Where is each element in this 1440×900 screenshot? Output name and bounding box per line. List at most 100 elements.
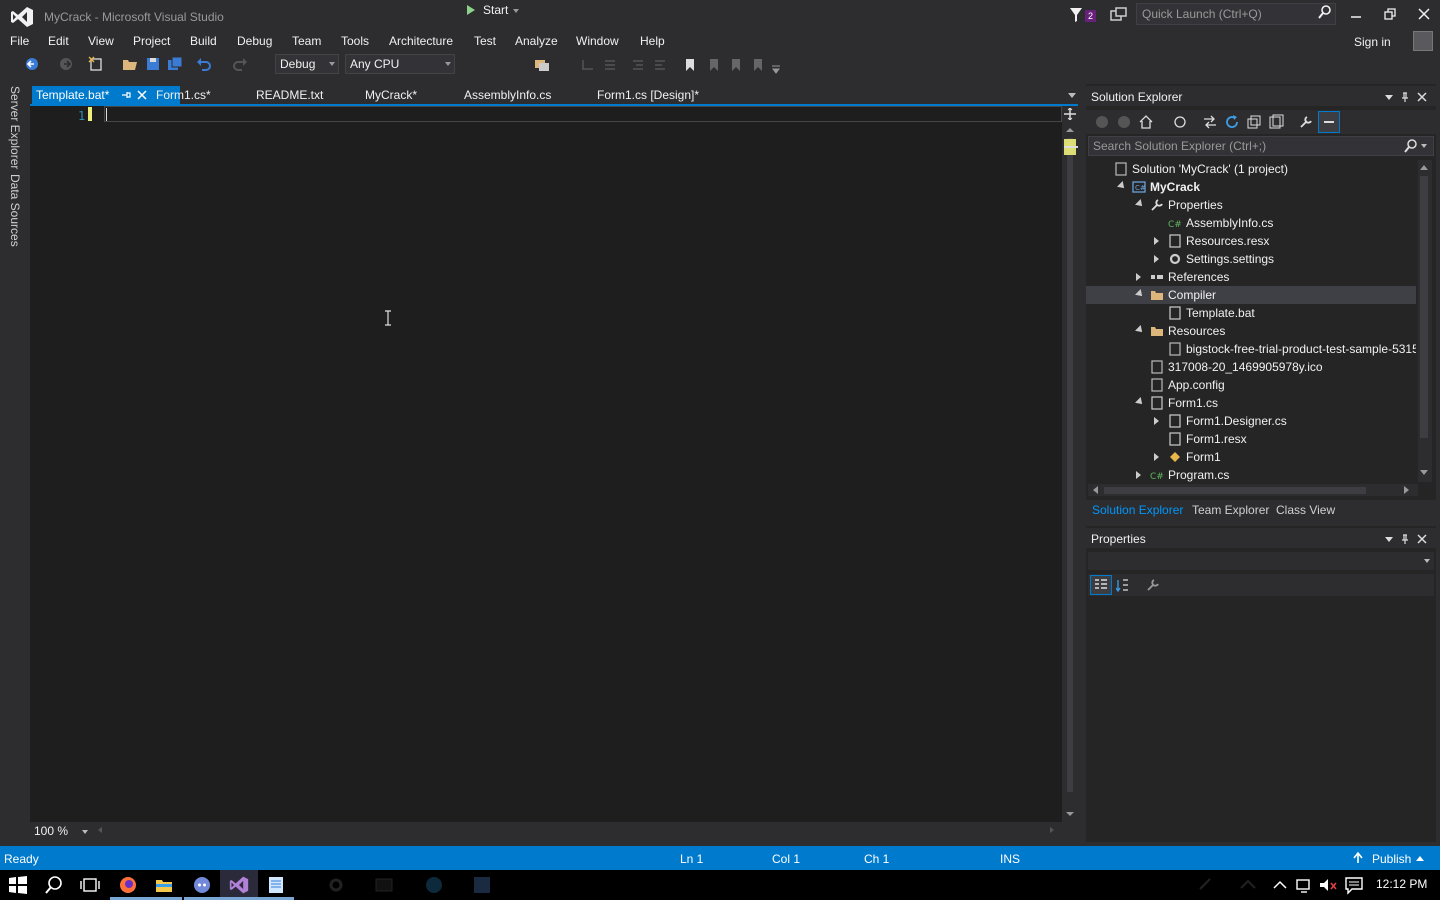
expanded-arrow-icon[interactable]	[1135, 289, 1145, 299]
browser-link-icon[interactable]	[534, 57, 550, 73]
home-icon[interactable]	[1138, 114, 1154, 130]
scroll-left-icon[interactable]	[1092, 486, 1098, 494]
window-position-icon[interactable]	[1384, 92, 1394, 102]
open-file-icon[interactable]	[122, 56, 138, 72]
previous-bookmark-icon[interactable]	[706, 57, 722, 73]
preview-selected-items-button[interactable]	[1318, 111, 1340, 133]
collapsed-arrow-icon[interactable]	[1154, 237, 1159, 245]
tree-item[interactable]: Resources.resx	[1086, 232, 1416, 250]
tree-item[interactable]: C# MyCrack	[1086, 178, 1416, 196]
chevron-down-icon[interactable]	[82, 830, 88, 834]
menu-edit[interactable]: Edit	[48, 34, 69, 48]
server-explorer-tab[interactable]: Server Explorer	[8, 86, 22, 169]
close-icon[interactable]	[1417, 534, 1427, 544]
menu-project[interactable]: Project	[133, 34, 170, 48]
task-view-icon[interactable]	[80, 875, 100, 895]
tree-item[interactable]: bigstock-free-trial-product-test-sample-…	[1086, 340, 1416, 358]
close-icon[interactable]	[136, 89, 148, 101]
tree-item[interactable]: Solution 'MyCrack' (1 project)	[1086, 160, 1416, 178]
collapsed-arrow-icon[interactable]	[1154, 417, 1159, 425]
show-hidden-icons-icon[interactable]	[1270, 875, 1290, 895]
solution-configuration-dropdown[interactable]: Debug	[275, 54, 339, 74]
forward-icon[interactable]	[1116, 114, 1132, 130]
volume-muted-icon[interactable]	[1318, 875, 1338, 895]
discord-icon[interactable]	[192, 875, 212, 895]
code-editor[interactable]: 1	[30, 106, 1062, 822]
close-icon[interactable]	[1417, 92, 1427, 102]
search-icon[interactable]	[1404, 139, 1418, 153]
close-icon[interactable]	[1416, 6, 1432, 22]
categorized-button[interactable]	[1090, 575, 1112, 595]
publish-arrow-icon[interactable]	[1352, 852, 1364, 864]
tree-item[interactable]: C# Program.cs	[1086, 466, 1416, 482]
menu-team[interactable]: Team	[292, 34, 321, 48]
scroll-up-icon[interactable]	[1420, 164, 1428, 170]
tab-solution-explorer[interactable]: Solution Explorer	[1092, 503, 1183, 517]
tab-class-view[interactable]: Class View	[1276, 503, 1335, 517]
restore-icon[interactable]	[1382, 6, 1398, 22]
redo-icon[interactable]	[232, 56, 248, 72]
action-center-icon[interactable]	[1344, 875, 1364, 895]
pending-changes-filter-icon[interactable]	[1172, 114, 1188, 130]
refresh-icon[interactable]	[1224, 114, 1240, 130]
step-into-icon[interactable]	[580, 57, 596, 73]
scrollbar-thumb[interactable]	[1420, 176, 1428, 438]
collapse-all-icon[interactable]	[1246, 114, 1262, 130]
tab-form1-cs[interactable]: Form1.cs*	[156, 88, 211, 102]
properties-wrench-icon[interactable]	[1298, 114, 1314, 130]
save-icon[interactable]	[145, 56, 161, 72]
step-over-icon[interactable]	[602, 57, 618, 73]
chevron-down-icon[interactable]	[513, 9, 519, 13]
taskbar-visual-studio-active[interactable]	[220, 870, 258, 900]
mail-icon[interactable]	[374, 875, 394, 895]
collapsed-arrow-icon[interactable]	[1154, 453, 1159, 461]
show-all-files-icon[interactable]	[1268, 114, 1284, 130]
next-bookmark-icon[interactable]	[728, 57, 744, 73]
tray-app-icon[interactable]	[1238, 875, 1258, 895]
expanded-arrow-icon[interactable]	[1135, 325, 1145, 335]
tree-item[interactable]: Form1.Designer.cs	[1086, 412, 1416, 430]
menu-view[interactable]: View	[88, 34, 114, 48]
notepad-icon[interactable]	[266, 875, 286, 895]
tab-readme[interactable]: README.txt	[256, 88, 323, 102]
quick-launch-input[interactable]: Quick Launch (Ctrl+Q)	[1136, 3, 1336, 25]
tree-item[interactable]: Form1	[1086, 448, 1416, 466]
tree-item[interactable]: Resources	[1086, 322, 1416, 340]
collapsed-arrow-icon[interactable]	[1136, 273, 1141, 281]
app-icon[interactable]	[472, 875, 492, 895]
data-sources-tab[interactable]: Data Sources	[8, 174, 22, 247]
tree-item[interactable]: Form1.resx	[1086, 430, 1416, 448]
outdent-icon[interactable]	[652, 57, 668, 73]
properties-object-dropdown[interactable]	[1088, 552, 1434, 570]
sync-with-document-icon[interactable]	[1202, 114, 1218, 130]
back-icon[interactable]	[1094, 114, 1110, 130]
scroll-down-icon[interactable]	[1420, 470, 1428, 476]
tree-item[interactable]: C# AssemblyInfo.cs	[1086, 214, 1416, 232]
menu-build[interactable]: Build	[190, 34, 217, 48]
scroll-right-icon[interactable]	[1404, 486, 1410, 494]
tab-mycrack[interactable]: MyCrack*	[365, 88, 417, 102]
pin-icon[interactable]	[120, 89, 132, 101]
menu-test[interactable]: Test	[474, 34, 496, 48]
solution-search-input[interactable]: Search Solution Explorer (Ctrl+;)	[1088, 136, 1434, 156]
alphabetical-sort-icon[interactable]	[1116, 578, 1130, 592]
tree-item[interactable]: Compiler	[1086, 286, 1416, 304]
tree-item[interactable]: Template.bat	[1086, 304, 1416, 322]
save-all-icon[interactable]	[167, 56, 183, 72]
tab-form1-design[interactable]: Form1.cs [Design]*	[597, 88, 699, 102]
chevron-up-icon[interactable]	[1416, 855, 1424, 861]
menu-debug[interactable]: Debug	[237, 34, 272, 48]
minimize-icon[interactable]	[1348, 6, 1364, 22]
tab-team-explorer[interactable]: Team Explorer	[1192, 503, 1269, 517]
collapsed-arrow-icon[interactable]	[1154, 255, 1159, 263]
scrollbar-thumb[interactable]	[1104, 487, 1366, 494]
collapsed-arrow-icon[interactable]	[1136, 471, 1141, 479]
clear-bookmarks-icon[interactable]	[750, 57, 766, 73]
indent-icon[interactable]	[630, 57, 646, 73]
menu-tools[interactable]: Tools	[341, 34, 369, 48]
scroll-down-icon[interactable]	[1066, 812, 1074, 816]
settings-gear-icon[interactable]	[326, 875, 346, 895]
expanded-arrow-icon[interactable]	[1117, 181, 1127, 191]
expanded-arrow-icon[interactable]	[1135, 397, 1145, 407]
windows-start-icon[interactable]	[8, 875, 28, 895]
